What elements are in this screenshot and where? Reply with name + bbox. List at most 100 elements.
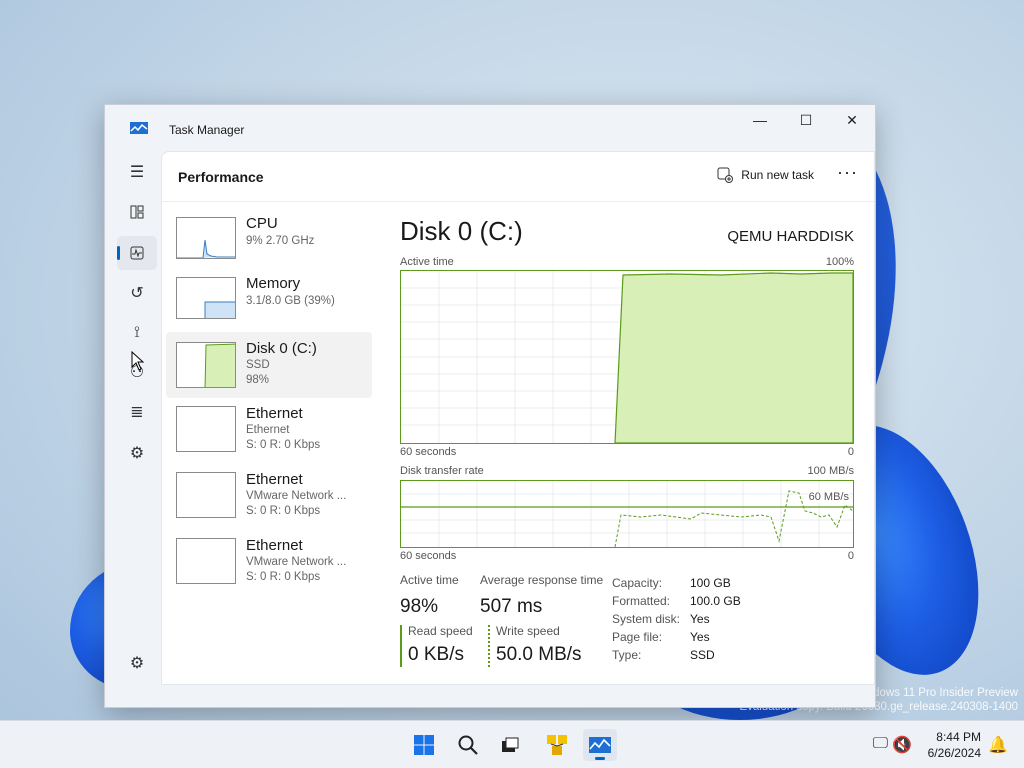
active-time-label: Active time bbox=[400, 573, 459, 587]
resource-item-cpu[interactable]: CPU 9% 2.70 GHz bbox=[166, 212, 372, 278]
processes-glyph-icon bbox=[130, 205, 144, 219]
property-row: Formatted: 100.0 GB bbox=[612, 592, 741, 610]
write-speed-value: 50.0 MB/s bbox=[496, 644, 582, 665]
task-manager-window: Task Manager — ☐ ✕ ☰ ↺ ⟟ ⚇ ≣ ⚙ ⚙ Perform… bbox=[104, 104, 876, 708]
volume-muted-icon[interactable]: 🔇 bbox=[892, 735, 912, 755]
more-options-button[interactable]: ··· bbox=[837, 162, 858, 183]
start-button-icon[interactable] bbox=[407, 729, 441, 761]
resource-detail: S: 0 R: 0 Kbps bbox=[246, 439, 321, 451]
disk-model: QEMU HARDDISK bbox=[727, 228, 854, 245]
disk-properties: Capacity: 100 GB Formatted: 100.0 GB Syste… bbox=[612, 574, 741, 664]
disk-thumbnail bbox=[176, 342, 236, 388]
property-key: System disk: bbox=[612, 612, 681, 626]
network-folder-glyph-icon bbox=[547, 735, 567, 755]
property-value: SSD bbox=[690, 648, 715, 662]
performance-glyph-icon bbox=[130, 246, 144, 260]
resource-detail: 3.1/8.0 GB (39%) bbox=[246, 295, 335, 307]
processes-icon[interactable] bbox=[117, 195, 157, 229]
resource-name: Ethernet bbox=[246, 537, 303, 554]
resource-name: Ethernet bbox=[246, 471, 303, 488]
seconds-caption: 60 seconds bbox=[400, 446, 457, 458]
resource-detail: VMware Network ... bbox=[246, 556, 347, 568]
run-new-task-label: Run new task bbox=[741, 168, 814, 182]
performance-content: Performance Run new task ··· CPU 9% 2.70… bbox=[161, 151, 875, 685]
seconds-caption: 60 seconds bbox=[400, 550, 457, 562]
resource-name: Disk 0 (C:) bbox=[246, 340, 317, 357]
performance-icon[interactable] bbox=[117, 236, 157, 270]
run-new-task-button[interactable]: Run new task bbox=[717, 167, 814, 183]
property-row: Capacity: 100 GB bbox=[612, 574, 741, 592]
resource-name: CPU bbox=[246, 215, 278, 232]
resource-detail: S: 0 R: 0 Kbps bbox=[246, 505, 321, 517]
network-tray-icon[interactable]: 🖵 bbox=[873, 735, 888, 753]
services-icon[interactable]: ⚙ bbox=[117, 436, 157, 470]
write-speed-label: Write speed bbox=[496, 624, 560, 638]
resource-detail: SSD bbox=[246, 359, 270, 371]
run-task-icon bbox=[717, 167, 734, 183]
graph-zero: 0 bbox=[847, 550, 854, 562]
task-view-icon[interactable] bbox=[493, 729, 527, 761]
resource-item-memory[interactable]: Memory 3.1/8.0 GB (39%) bbox=[166, 272, 372, 338]
close-button[interactable]: ✕ bbox=[829, 105, 875, 135]
resource-detail: 98% bbox=[246, 374, 270, 386]
mouse-cursor-icon bbox=[131, 351, 145, 371]
clock-time: 8:44 PM bbox=[936, 730, 981, 744]
disk-detail-panel: Disk 0 (C:) QEMU HARDDISK Active time 10… bbox=[400, 216, 854, 667]
active-time-value: 98% bbox=[400, 596, 439, 617]
resource-item-disk[interactable]: Disk 0 (C:) SSD 98% bbox=[166, 332, 372, 398]
system-clock[interactable]: 8:44 PM 6/26/2024 bbox=[928, 729, 981, 761]
task-manager-icon bbox=[130, 122, 148, 134]
clock-date: 6/26/2024 bbox=[927, 746, 981, 760]
task-view-glyph-icon bbox=[502, 737, 519, 752]
search-icon[interactable] bbox=[451, 729, 485, 761]
window-title: Task Manager bbox=[169, 123, 245, 137]
write-speed-bar bbox=[488, 625, 490, 667]
app-history-icon[interactable]: ↺ bbox=[117, 276, 157, 310]
task-manager-taskbar-icon[interactable] bbox=[583, 729, 617, 761]
property-value: 100 GB bbox=[690, 576, 731, 590]
resource-detail: Ethernet bbox=[246, 424, 290, 436]
property-key: Formatted: bbox=[612, 594, 671, 608]
active-time-caption: Active time bbox=[400, 256, 454, 268]
resource-name: Ethernet bbox=[246, 405, 303, 422]
resource-detail: VMware Network ... bbox=[246, 490, 347, 502]
hamburger-menu-icon[interactable]: ☰ bbox=[117, 155, 157, 189]
active-time-graph bbox=[400, 270, 854, 444]
title-bar[interactable]: Task Manager — ☐ ✕ bbox=[105, 105, 875, 151]
page-title: Performance bbox=[178, 168, 264, 185]
resource-item-ethernet[interactable]: Ethernet Ethernet S: 0 R: 0 Kbps bbox=[166, 398, 372, 464]
transfer-rate-caption: Disk transfer rate bbox=[400, 465, 484, 477]
ethernet-thumbnail bbox=[176, 472, 236, 518]
settings-gear-icon[interactable]: ⚙ bbox=[117, 646, 157, 680]
resource-detail: 9% 2.70 GHz bbox=[246, 235, 315, 247]
property-value: Yes bbox=[690, 612, 710, 626]
property-key: Capacity: bbox=[612, 576, 663, 590]
property-key: Type: bbox=[612, 648, 642, 662]
read-speed-value: 0 KB/s bbox=[408, 644, 464, 665]
transfer-rate-graph: 60 MB/s bbox=[400, 480, 854, 548]
avg-response-value: 507 ms bbox=[480, 596, 543, 617]
property-key: Page file: bbox=[612, 630, 663, 644]
transfer-rate-marker: 60 MB/s bbox=[808, 491, 849, 503]
maximize-button[interactable]: ☐ bbox=[783, 105, 829, 135]
property-row: Type: SSD bbox=[612, 646, 741, 664]
startup-apps-icon[interactable]: ⟟ bbox=[117, 316, 157, 350]
taskbar: 🖵 🔇 8:44 PM 6/26/2024 🔔 bbox=[0, 720, 1024, 768]
notification-bell-icon[interactable]: 🔔 bbox=[988, 735, 1008, 755]
read-speed-bar bbox=[400, 625, 402, 667]
property-value: Yes bbox=[690, 630, 710, 644]
avg-response-label: Average response time bbox=[480, 573, 604, 587]
cpu-thumbnail bbox=[176, 217, 236, 259]
transfer-rate-max: 100 MB/s bbox=[807, 465, 854, 477]
read-speed-label: Read speed bbox=[408, 624, 473, 638]
property-value: 100.0 GB bbox=[690, 594, 741, 608]
resource-item-ethernet[interactable]: Ethernet VMware Network ... S: 0 R: 0 Kb… bbox=[166, 530, 372, 596]
resource-item-ethernet[interactable]: Ethernet VMware Network ... S: 0 R: 0 Kb… bbox=[166, 464, 372, 530]
graph-zero: 0 bbox=[847, 446, 854, 458]
details-icon[interactable]: ≣ bbox=[117, 395, 157, 429]
side-navigation: ☰ ↺ ⟟ ⚇ ≣ ⚙ ⚙ bbox=[105, 151, 161, 707]
file-explorer-icon[interactable] bbox=[540, 729, 574, 761]
active-time-max: 100% bbox=[825, 256, 854, 268]
minimize-button[interactable]: — bbox=[737, 105, 783, 135]
task-manager-glyph-icon bbox=[589, 737, 611, 753]
